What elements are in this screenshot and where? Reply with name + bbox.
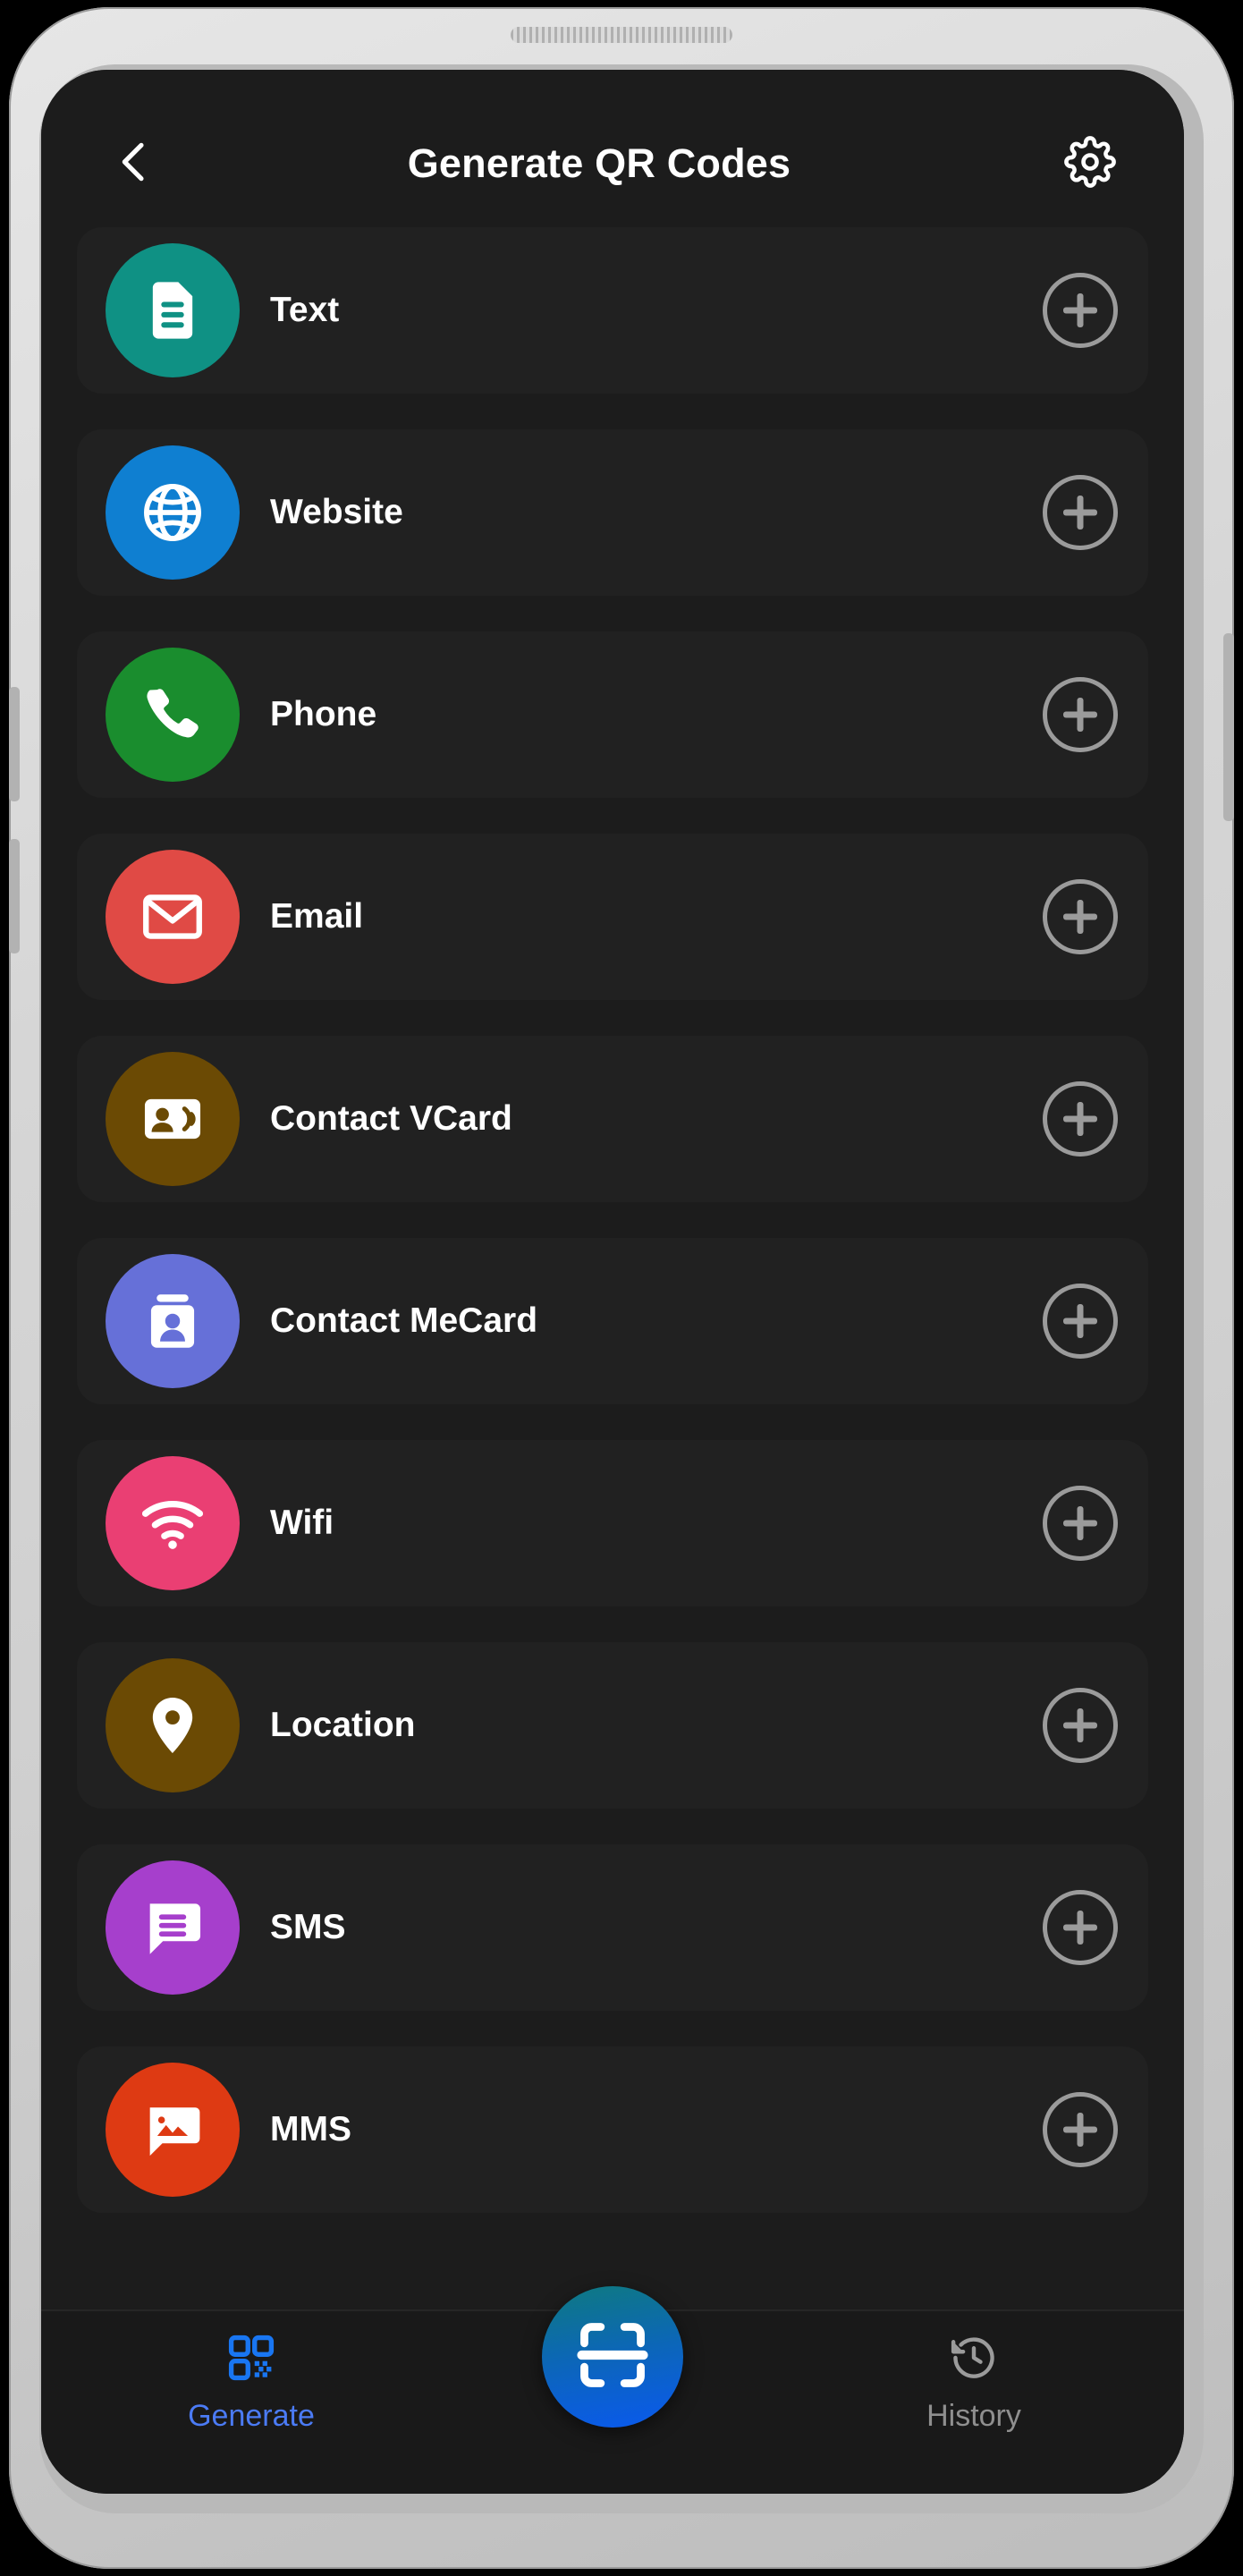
list-item[interactable]: Contact MeCard <box>77 1238 1148 1404</box>
avatar <box>106 2063 240 2197</box>
avatar <box>106 1860 240 1995</box>
list-item[interactable]: Email <box>77 834 1148 1000</box>
settings-button[interactable] <box>1037 111 1143 216</box>
avatar <box>106 648 240 782</box>
image-message-icon <box>139 2096 207 2164</box>
list-item[interactable]: MMS <box>77 2046 1148 2213</box>
volume-up-button[interactable] <box>9 687 20 801</box>
id-badge-icon <box>139 1287 207 1355</box>
list-item[interactable]: Text <box>77 227 1148 394</box>
history-clock-icon <box>949 2331 999 2385</box>
list-item[interactable]: Website <box>77 429 1148 596</box>
plus-circle-icon[interactable] <box>1043 2092 1118 2167</box>
plus-circle-icon[interactable] <box>1043 677 1118 752</box>
plus-circle-icon[interactable] <box>1043 1890 1118 1965</box>
earpiece-speaker <box>511 27 732 43</box>
app-bar: Generate QR Codes <box>41 100 1184 227</box>
plus-circle-icon[interactable] <box>1043 1081 1118 1157</box>
tab-history[interactable]: History <box>871 2331 1077 2434</box>
list-item-label: MMS <box>270 2110 351 2148</box>
list-item[interactable]: Phone <box>77 631 1148 798</box>
avatar <box>106 445 240 580</box>
chat-bubble-icon <box>139 1894 207 1962</box>
list-item-label: Location <box>270 1706 416 1744</box>
avatar <box>106 1254 240 1388</box>
plus-circle-icon[interactable] <box>1043 1486 1118 1561</box>
globe-icon <box>139 479 207 547</box>
contact-card-icon <box>139 1085 207 1153</box>
list-item-label: Phone <box>270 695 377 733</box>
qr-code-icon <box>226 2331 276 2385</box>
status-bar <box>41 70 1184 100</box>
list-item[interactable]: Wifi <box>77 1440 1148 1606</box>
list-item-label: Email <box>270 897 364 936</box>
scan-button[interactable] <box>542 2286 683 2428</box>
volume-down-button[interactable] <box>9 839 20 953</box>
list-item[interactable]: SMS <box>77 1844 1148 2011</box>
map-pin-icon <box>139 1691 207 1759</box>
avatar <box>106 1658 240 1792</box>
list-item[interactable]: Contact VCard <box>77 1036 1148 1202</box>
plus-circle-icon[interactable] <box>1043 1284 1118 1359</box>
phone-screen: Generate QR Codes Text Website Phone Ema… <box>41 70 1184 2494</box>
power-button[interactable] <box>1223 633 1234 821</box>
wifi-icon <box>139 1489 207 1557</box>
list-item-label: Website <box>270 493 403 531</box>
document-icon <box>139 276 207 344</box>
plus-circle-icon[interactable] <box>1043 475 1118 550</box>
plus-circle-icon[interactable] <box>1043 1688 1118 1763</box>
plus-circle-icon[interactable] <box>1043 879 1118 954</box>
tab-history-label: History <box>926 2399 1021 2433</box>
list-item[interactable]: Location <box>77 1642 1148 1809</box>
chevron-left-icon <box>110 137 160 191</box>
scan-icon <box>573 2316 652 2399</box>
qr-type-list: Text Website Phone Email Contact VCard C… <box>41 227 1184 2309</box>
gear-icon <box>1064 135 1116 192</box>
list-item-label: Wifi <box>270 1504 334 1542</box>
tab-generate[interactable]: Generate <box>148 2331 354 2434</box>
envelope-icon <box>139 883 207 951</box>
avatar <box>106 850 240 984</box>
list-item-label: Text <box>270 291 340 329</box>
screenshot-root: Generate QR Codes Text Website Phone Ema… <box>0 0 1243 2576</box>
tab-generate-label: Generate <box>188 2399 315 2433</box>
avatar <box>106 243 240 377</box>
bottom-navigation: Generate History <box>41 2286 1184 2494</box>
list-item-label: Contact VCard <box>270 1099 512 1138</box>
phone-icon <box>139 681 207 749</box>
avatar <box>106 1456 240 1590</box>
plus-circle-icon[interactable] <box>1043 273 1118 348</box>
list-item-label: SMS <box>270 1908 346 1946</box>
page-title: Generate QR Codes <box>407 140 791 186</box>
list-item-label: Contact MeCard <box>270 1301 538 1340</box>
avatar <box>106 1052 240 1186</box>
